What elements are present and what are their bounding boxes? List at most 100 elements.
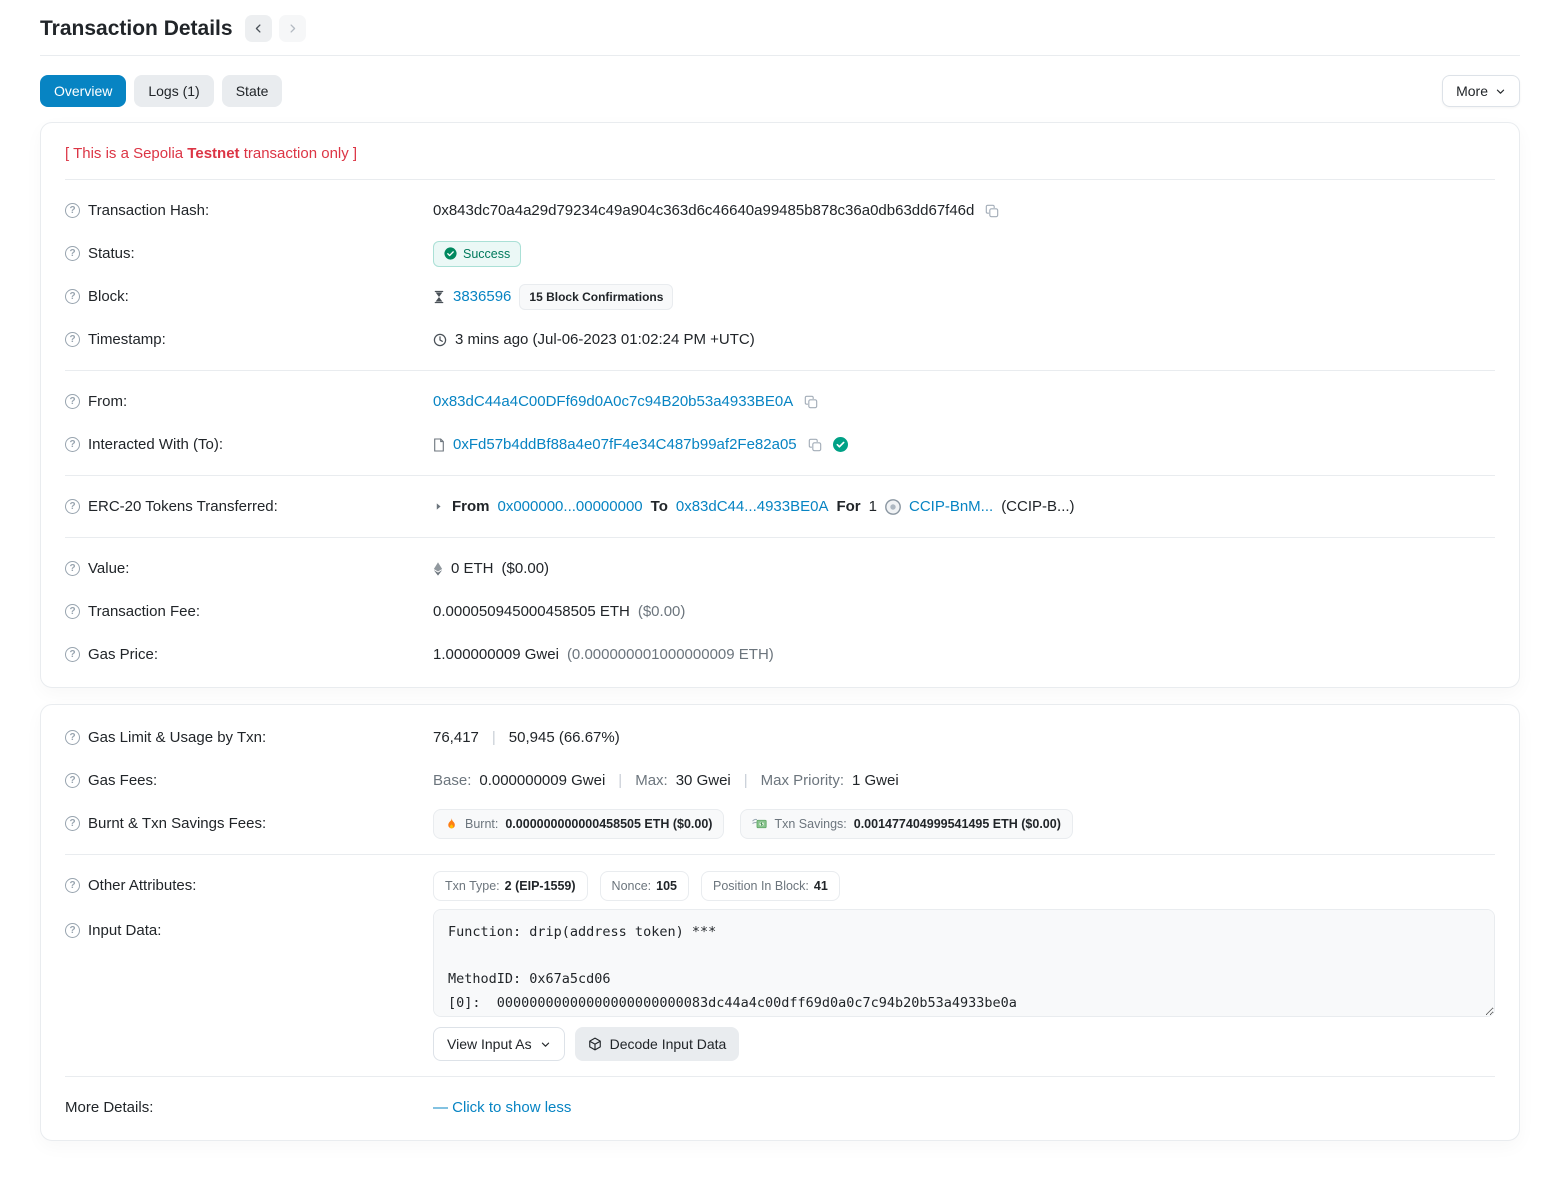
help-icon[interactable]: ? bbox=[65, 604, 80, 619]
testnet-banner-suffix: transaction only ] bbox=[240, 145, 358, 162]
label-text: ERC-20 Tokens Transferred: bbox=[88, 498, 278, 515]
label-text: Status: bbox=[88, 245, 135, 262]
testnet-banner: [ This is a Sepolia Testnet transaction … bbox=[65, 125, 1495, 180]
label-text: Burnt & Txn Savings Fees: bbox=[88, 815, 266, 832]
label-text: Transaction Fee: bbox=[88, 603, 200, 620]
block-number-link[interactable]: 3836596 bbox=[453, 288, 511, 305]
tab-state[interactable]: State bbox=[222, 75, 283, 107]
value-label: ? Value: bbox=[65, 560, 433, 577]
gas-limit-value: 76,417 | 50,945 (66.67%) bbox=[433, 729, 1495, 746]
label-text: More Details: bbox=[65, 1099, 153, 1116]
position-in-block-badge: Position In Block: 41 bbox=[701, 871, 840, 901]
transaction-fee-label: ? Transaction Fee: bbox=[65, 603, 433, 620]
more-dropdown-button[interactable]: More bbox=[1442, 75, 1520, 107]
timestamp-text: 3 mins ago (Jul-06-2023 01:02:24 PM +UTC… bbox=[455, 331, 755, 348]
copy-icon bbox=[985, 204, 999, 218]
fee-usd: ($0.00) bbox=[638, 603, 686, 620]
verified-check-circle-icon bbox=[833, 437, 848, 452]
group-gas-details: ? Gas Limit & Usage by Txn: 76,417 | 50,… bbox=[65, 707, 1495, 854]
interacted-with-label: ? Interacted With (To): bbox=[65, 436, 433, 453]
row-gas-fees: ? Gas Fees: Base: 0.000000009 Gwei | Max… bbox=[65, 759, 1495, 802]
decode-input-data-label: Decode Input Data bbox=[610, 1036, 727, 1052]
copy-to-address-button[interactable] bbox=[805, 436, 825, 454]
contract-file-icon bbox=[433, 438, 445, 452]
help-icon[interactable]: ? bbox=[65, 394, 80, 409]
chevron-down-icon bbox=[1495, 86, 1506, 97]
transfer-from-word: From bbox=[452, 498, 490, 515]
separator: | bbox=[487, 729, 501, 746]
other-attributes-label: ? Other Attributes: bbox=[65, 877, 433, 894]
help-icon[interactable]: ? bbox=[65, 437, 80, 452]
txn-type-label: Txn Type: bbox=[445, 879, 500, 893]
input-data-textarea[interactable]: Function: drip(address token) *** Method… bbox=[433, 909, 1495, 1017]
label-text: Interacted With (To): bbox=[88, 436, 223, 453]
label-text: Value: bbox=[88, 560, 129, 577]
group-value-fees: ? Value: 0 ETH ($0.00) ? Transaction Fee… bbox=[65, 537, 1495, 685]
row-value: ? Value: 0 ETH ($0.00) bbox=[65, 547, 1495, 590]
gas-fees-value: Base: 0.000000009 Gwei | Max: 30 Gwei | … bbox=[433, 772, 1495, 789]
tabs-bar: Overview Logs (1) State More bbox=[40, 75, 1520, 107]
value-amount: 0 ETH bbox=[451, 560, 494, 577]
to-address-link[interactable]: 0xFd57b4ddBf88a4e07fF4e34C487b99af2Fe82a… bbox=[453, 436, 797, 453]
decode-input-data-button[interactable]: Decode Input Data bbox=[575, 1027, 740, 1061]
transfer-to-word: To bbox=[651, 498, 668, 515]
label-text: Transaction Hash: bbox=[88, 202, 209, 219]
transfer-amount: 1 bbox=[869, 498, 877, 515]
status-label: ? Status: bbox=[65, 245, 433, 262]
position-value: 41 bbox=[814, 879, 828, 893]
help-icon[interactable]: ? bbox=[65, 332, 80, 347]
page-header: Transaction Details bbox=[40, 0, 1520, 56]
help-icon[interactable]: ? bbox=[65, 203, 80, 218]
token-icon bbox=[885, 499, 901, 515]
testnet-banner-prefix: [ This is a Sepolia bbox=[65, 145, 187, 162]
erc20-transfers-label: ? ERC-20 Tokens Transferred: bbox=[65, 498, 433, 515]
help-icon[interactable]: ? bbox=[65, 561, 80, 576]
tab-logs[interactable]: Logs (1) bbox=[134, 75, 213, 107]
from-address-link[interactable]: 0x83dC44a4C00DFf69d0A0c7c94B20b53a4933BE… bbox=[433, 393, 793, 410]
help-icon[interactable]: ? bbox=[65, 773, 80, 788]
caret-right-icon bbox=[433, 501, 444, 512]
input-data-actions: View Input As Decode Input Data bbox=[433, 1027, 1495, 1065]
row-interacted-with: ? Interacted With (To): 0xFd57b4ddBf88a4… bbox=[65, 423, 1495, 466]
interacted-with-value: 0xFd57b4ddBf88a4e07fF4e34C487b99af2Fe82a… bbox=[433, 436, 1495, 454]
txn-type-badge: Txn Type: 2 (EIP-1559) bbox=[433, 871, 588, 901]
previous-transaction-button[interactable] bbox=[245, 15, 272, 42]
transfer-to-address-link[interactable]: 0x83dC44...4933BE0A bbox=[676, 498, 829, 515]
token-name-link[interactable]: CCIP-BnM... bbox=[909, 498, 993, 515]
group-token-transfers: ? ERC-20 Tokens Transferred: From 0x0000… bbox=[65, 475, 1495, 537]
flame-icon bbox=[445, 817, 458, 830]
max-priority-fee-label: Max Priority: bbox=[761, 772, 844, 789]
help-icon[interactable]: ? bbox=[65, 289, 80, 304]
transfer-from-address-link[interactable]: 0x000000...00000000 bbox=[498, 498, 643, 515]
view-input-as-button[interactable]: View Input As bbox=[433, 1027, 565, 1061]
burnt-value: 0.000000000000458505 ETH ($0.00) bbox=[505, 817, 712, 831]
nonce-badge: Nonce: 105 bbox=[600, 871, 689, 901]
tabs: Overview Logs (1) State bbox=[40, 75, 282, 107]
gas-price-value: 1.000000009 Gwei (0.000000001000000009 E… bbox=[433, 646, 1495, 663]
help-icon[interactable]: ? bbox=[65, 647, 80, 662]
status-badge: Success bbox=[433, 241, 521, 267]
tab-overview[interactable]: Overview bbox=[40, 75, 126, 107]
transfer-for-word: For bbox=[836, 498, 860, 515]
row-other-attributes: ? Other Attributes: Txn Type: 2 (EIP-155… bbox=[65, 864, 1495, 907]
help-icon[interactable]: ? bbox=[65, 499, 80, 514]
input-data-value: Function: drip(address token) *** Method… bbox=[433, 909, 1495, 1065]
help-icon[interactable]: ? bbox=[65, 730, 80, 745]
copy-from-address-button[interactable] bbox=[801, 393, 821, 411]
show-less-toggle-link[interactable]: — Click to show less bbox=[433, 1099, 571, 1116]
transaction-hash-value: 0x843dc70a4a29d79234c49a904c363d6c46640a… bbox=[433, 202, 1495, 220]
txn-type-value: 2 (EIP-1559) bbox=[505, 879, 576, 893]
help-icon[interactable]: ? bbox=[65, 878, 80, 893]
txn-savings-badge: Txn Savings: 0.001477404999541495 ETH ($… bbox=[740, 809, 1072, 839]
view-input-as-label: View Input As bbox=[447, 1036, 532, 1052]
help-icon[interactable]: ? bbox=[65, 816, 80, 831]
help-icon[interactable]: ? bbox=[65, 923, 80, 938]
row-input-data: ? Input Data: Function: drip(address tok… bbox=[65, 907, 1495, 1067]
next-transaction-button[interactable] bbox=[279, 15, 306, 42]
help-icon[interactable]: ? bbox=[65, 246, 80, 261]
details-card: ? Gas Limit & Usage by Txn: 76,417 | 50,… bbox=[40, 704, 1520, 1141]
label-text: Input Data: bbox=[88, 922, 161, 939]
gas-usage: 50,945 (66.67%) bbox=[509, 729, 620, 746]
eth-diamond-icon bbox=[433, 562, 443, 576]
copy-transaction-hash-button[interactable] bbox=[982, 202, 1002, 220]
